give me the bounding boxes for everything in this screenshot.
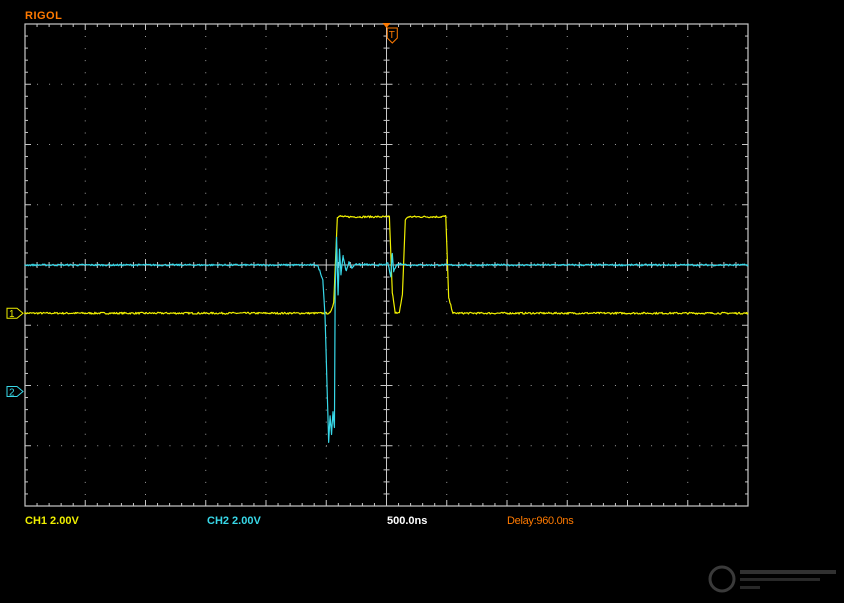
trigger-marker-label: T	[389, 30, 395, 41]
ch2-scale-label: CH2 2.00V	[207, 515, 261, 527]
center-position-marker	[382, 23, 391, 28]
delay-label: Delay:960.0ns	[507, 515, 574, 527]
waveform-display: 1 2 T	[6, 23, 749, 507]
oscilloscope-screen: 1 2 T RIGOL CH1 2.00V CH2 2.00V 500.0ns De…	[0, 0, 844, 603]
ch1-scale-label: CH1 2.00V	[25, 515, 79, 527]
markers: 1 2 T	[6, 23, 398, 399]
channel-marker-ch1: 1	[6, 307, 24, 320]
brand-logo: RIGOL	[25, 10, 63, 22]
channel-marker-label: 1	[9, 309, 15, 320]
channel-marker-label: 2	[9, 388, 15, 399]
watermark-logo	[708, 565, 836, 593]
trigger-marker: T	[386, 27, 398, 44]
channel-marker-ch2: 2	[6, 386, 24, 399]
timebase-label: 500.0ns	[387, 515, 428, 527]
